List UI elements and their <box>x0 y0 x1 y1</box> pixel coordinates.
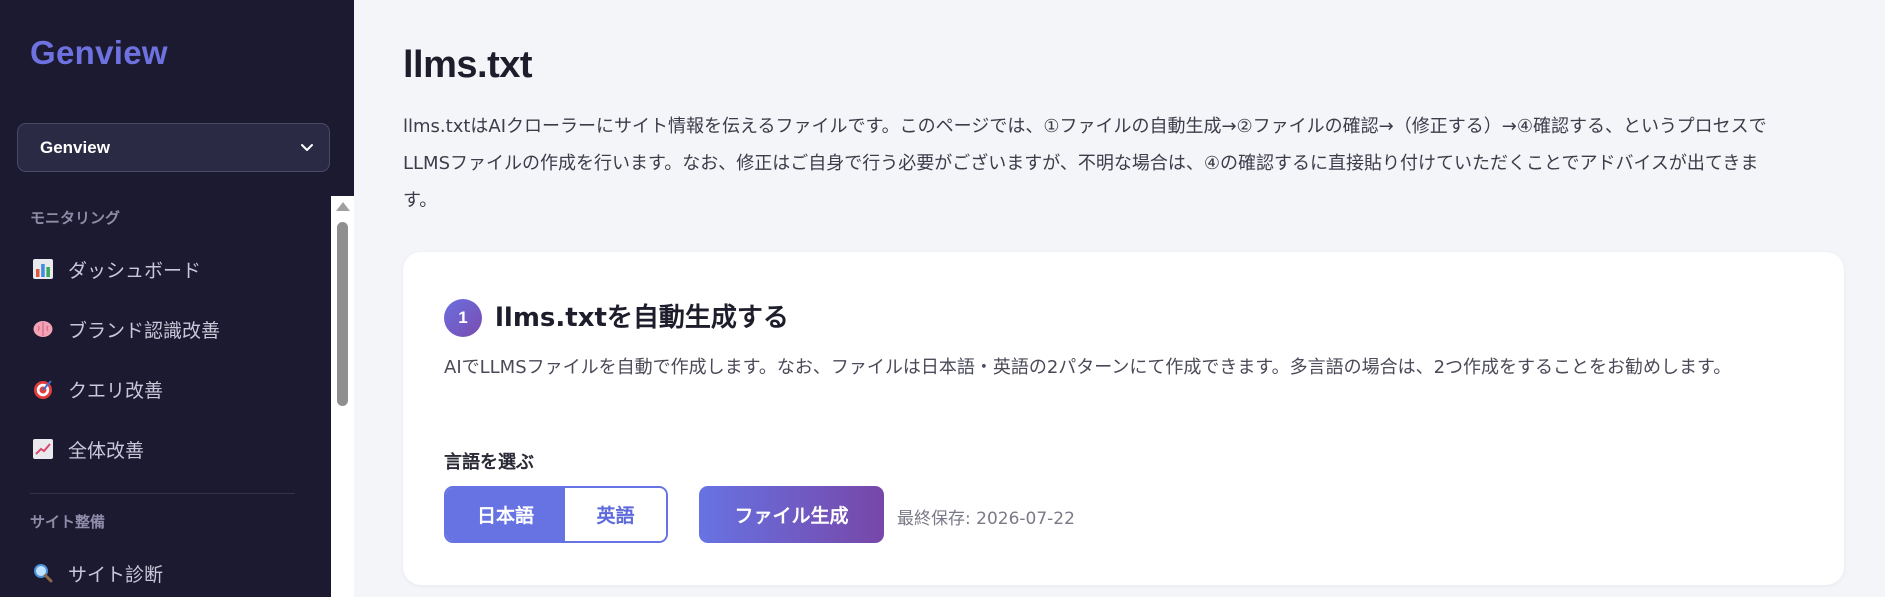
sidebar-item-query-improvement[interactable]: クエリ改善 <box>16 366 316 412</box>
language-toggle: 日本語 英語 <box>444 486 668 543</box>
generate-file-button[interactable]: ファイル生成 <box>699 486 884 543</box>
sidebar-item-label: サイト診断 <box>68 563 164 586</box>
page-intro: llms.txtはAIクローラーにサイト情報を伝えるファイルです。このページでは… <box>403 116 1767 211</box>
step-title: llms.txtを自動生成する <box>495 303 789 333</box>
step-description: AIでLLMSファイルを自動で作成します。なお、ファイルは日本語・英語の2パター… <box>444 357 1732 378</box>
sidebar-item-label: ダッシュボード <box>68 259 202 282</box>
magnifier-icon <box>32 562 54 584</box>
language-option-english[interactable]: 英語 <box>565 488 666 541</box>
app-logo[interactable]: Genview <box>30 34 168 72</box>
scrollbar-thumb[interactable] <box>337 222 348 406</box>
language-option-japanese[interactable]: 日本語 <box>446 488 565 541</box>
chevron-down-icon <box>301 144 313 151</box>
target-icon <box>32 378 54 400</box>
step-card-auto-generate: 1 llms.txtを自動生成する AIでLLMSファイルを自動で作成します。な… <box>403 252 1844 585</box>
step-number-badge: 1 <box>444 299 482 337</box>
nav-section-title-monitoring: モニタリング <box>30 209 121 227</box>
brain-icon <box>32 318 54 340</box>
site-select[interactable]: Genview <box>17 123 330 172</box>
sidebar-item-site-diagnosis[interactable]: サイト診断 <box>16 550 316 596</box>
language-label: 言語を選ぶ <box>444 452 534 473</box>
sidebar: Genview Genview モニタリング ダッシュボード ブランド認識改善 … <box>0 0 354 597</box>
sidebar-item-dashboard[interactable]: ダッシュボード <box>16 246 316 292</box>
sidebar-item-label: 全体改善 <box>68 439 145 462</box>
sidebar-item-overall-improvement[interactable]: 全体改善 <box>16 426 316 472</box>
sidebar-divider <box>30 493 295 494</box>
sidebar-nav: モニタリング ダッシュボード ブランド認識改善 クエリ改善 全体改善 サイト整備… <box>0 196 354 597</box>
bar-chart-icon <box>32 258 54 280</box>
sidebar-item-label: ブランド認識改善 <box>68 319 221 342</box>
page-title: llms.txt <box>403 44 533 86</box>
trend-chart-icon <box>32 438 54 460</box>
sidebar-scrollbar[interactable] <box>331 196 354 597</box>
nav-section-title-site-maintenance: サイト整備 <box>30 513 106 531</box>
last-saved-text: 最終保存: 2026-07-22 <box>897 509 1075 529</box>
site-select-value: Genview <box>40 137 110 157</box>
scroll-up-arrow-icon[interactable] <box>336 202 350 211</box>
sidebar-item-label: クエリ改善 <box>68 379 164 402</box>
sidebar-item-brand-recognition[interactable]: ブランド認識改善 <box>16 306 316 352</box>
